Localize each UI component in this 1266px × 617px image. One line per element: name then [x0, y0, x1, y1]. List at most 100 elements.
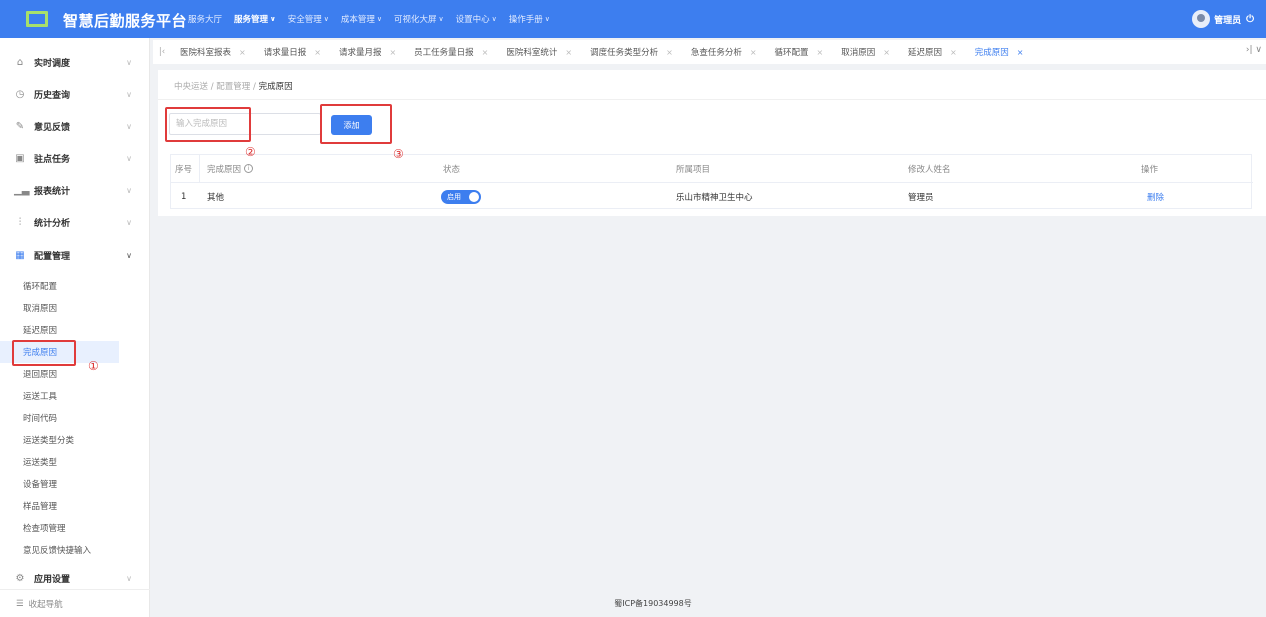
tab-request-daily[interactable]: 请求量日报 ×	[255, 40, 330, 64]
annotation-number-1: ①	[88, 359, 99, 373]
close-icon[interactable]: ×	[750, 48, 757, 57]
user-name: 管理员	[1214, 15, 1242, 26]
cell-modifier: 管理员	[908, 192, 934, 203]
tab-strip: |‹ 医院科室报表 × 请求量日报 × 请求量月报 × 员工任务量日报 × 医院科室统计…	[153, 40, 1266, 64]
chevron-down-icon: ∨	[126, 573, 132, 583]
sidebar-item-config[interactable]: ▦ 配置管理 ∨	[0, 239, 150, 271]
menu-collapse-icon: ☰	[16, 598, 24, 609]
sidebar-sub-transport-tool[interactable]: 运送工具	[0, 385, 150, 407]
delete-link[interactable]: 删除	[1147, 183, 1164, 210]
breadcrumb-mid[interactable]: 配置管理	[216, 82, 250, 92]
close-icon[interactable]: ×	[1017, 48, 1024, 57]
tab-scroll-left-icon[interactable]: |‹	[153, 47, 171, 57]
chevron-down-icon: ∨	[126, 57, 132, 67]
tab-complete-reason[interactable]: 完成原因 ×	[966, 40, 1033, 64]
top-bar: 智慧后勤服务平台 服务大厅 服务管理 ∨ 安全管理 ∨ 成本管理 ∨ 可视化大屏 ∨ 设…	[0, 0, 1266, 38]
tab-delay-reason[interactable]: 延迟原因 ×	[899, 40, 966, 64]
user-menu[interactable]: 管理员 ⏻	[1192, 10, 1254, 28]
divider	[158, 99, 1266, 100]
collapse-nav-button[interactable]: ☰ 收起导航	[0, 589, 150, 617]
sidebar-sub-transport-type-category[interactable]: 运送类型分类	[0, 429, 150, 451]
close-icon[interactable]: ×	[239, 48, 246, 57]
sidebar-item-realtime[interactable]: ⌂ 实时调度 ∨	[0, 46, 150, 78]
topnav-item-service-hall[interactable]: 服务大厅	[188, 13, 222, 25]
col-header-action: 操作	[1141, 164, 1159, 175]
annotation-box-3	[320, 104, 392, 144]
toggle-knob	[469, 191, 479, 202]
sidebar-item-reports[interactable]: ▁▃ 报表统计 ∨	[0, 174, 150, 206]
sidebar-sub-feedback-quick-input[interactable]: 意见反馈快捷输入	[0, 539, 150, 561]
breadcrumb: 中央运送 / 配置管理 / 完成原因	[174, 80, 293, 92]
sidebar-sub-transport-type[interactable]: 运送类型	[0, 451, 150, 473]
sidebar-sub-sample-mgmt[interactable]: 样品管理	[0, 495, 150, 517]
cell-status: 启用	[441, 183, 481, 210]
annotation-number-3: ③	[393, 147, 404, 161]
tab-cancel-reason[interactable]: 取消原因 ×	[832, 40, 899, 64]
col-header-project: 所属项目	[676, 164, 711, 175]
close-icon[interactable]: ×	[817, 48, 824, 57]
calendar-icon: ▣	[15, 152, 25, 164]
close-icon[interactable]: ×	[883, 48, 890, 57]
close-icon[interactable]: ×	[666, 48, 673, 57]
sidebar-sub-loop-config[interactable]: 循环配置	[0, 275, 150, 297]
history-icon: ◷	[15, 88, 25, 100]
col-header-reason: 完成原因 i	[207, 155, 254, 182]
close-icon[interactable]: ×	[314, 48, 321, 57]
topnav-item-service-mgmt[interactable]: 服务管理 ∨	[234, 13, 276, 25]
grid-icon: ▦	[15, 249, 25, 261]
app-title: 智慧后勤服务平台	[63, 12, 188, 30]
status-toggle[interactable]: 启用	[441, 189, 481, 204]
sidebar-item-feedback[interactable]: ✎ 意见反馈 ∨	[0, 110, 150, 142]
tab-hospital-dept-report[interactable]: 医院科室报表 ×	[171, 40, 255, 64]
chevron-down-icon: ∨	[376, 15, 382, 23]
chevron-down-icon: ∨	[126, 217, 132, 227]
power-icon[interactable]: ⏻	[1246, 14, 1254, 25]
sidebar-item-history[interactable]: ◷ 历史查询 ∨	[0, 78, 150, 110]
chevron-down-icon: ∨	[126, 185, 132, 195]
tab-staff-task-daily[interactable]: 员工任务量日报 ×	[405, 40, 497, 64]
tab-urgent-task-analysis[interactable]: 急查任务分析 ×	[682, 40, 766, 64]
annotation-box-2	[165, 107, 251, 142]
sidebar-sub-time-code[interactable]: 时间代码	[0, 407, 150, 429]
sidebar-item-station-task[interactable]: ▣ 驻点任务 ∨	[0, 142, 150, 174]
topnav-item-settings[interactable]: 设置中心 ∨	[456, 13, 497, 25]
top-nav: 服务大厅 服务管理 ∨ 安全管理 ∨ 成本管理 ∨ 可视化大屏 ∨ 设置中心 ∨ 操作手册…	[188, 0, 562, 38]
tab-request-monthly[interactable]: 请求量月报 ×	[330, 40, 405, 64]
avatar	[1192, 10, 1211, 28]
col-header-modifier: 修改人姓名	[908, 164, 951, 175]
close-icon[interactable]: ×	[389, 48, 396, 57]
sidebar-item-analysis[interactable]: ⫶ 统计分析 ∨	[0, 206, 150, 238]
tab-dispatch-type-analysis[interactable]: 调度任务类型分析 ×	[581, 40, 682, 64]
info-icon[interactable]: i	[244, 164, 254, 173]
tab-scroll-right-icon[interactable]: ›| ∨	[1246, 45, 1262, 55]
topnav-item-safety-mgmt[interactable]: 安全管理 ∨	[288, 13, 329, 25]
tab-loop-config[interactable]: 循环配置 ×	[766, 40, 833, 64]
chevron-down-icon: ∨	[126, 250, 132, 260]
breadcrumb-root[interactable]: 中央运送	[174, 82, 208, 92]
chevron-down-icon: ∨	[126, 121, 132, 131]
col-header-index: 序号	[175, 164, 193, 175]
chevron-down-icon: ∨	[544, 15, 550, 23]
topnav-item-dashboard[interactable]: 可视化大屏 ∨	[394, 13, 444, 25]
footer-icp: 蜀ICP备19034998号	[614, 599, 692, 608]
sidebar-sub-delay-reason[interactable]: 延迟原因	[0, 319, 150, 341]
sidebar-sub-device-mgmt[interactable]: 设备管理	[0, 473, 150, 495]
chevron-down-icon: ∨	[270, 15, 276, 23]
sidebar-sub-cancel-reason[interactable]: 取消原因	[0, 297, 150, 319]
settings-icon: ⚙	[15, 572, 25, 584]
close-icon[interactable]: ×	[950, 48, 957, 57]
edit-icon: ✎	[15, 120, 25, 132]
tab-hospital-dept-stats[interactable]: 医院科室统计 ×	[497, 40, 581, 64]
cell-index: 1	[181, 191, 187, 202]
reason-table: 序号 完成原因 i 状态 所属项目 修改人姓名 操作 1 其他 启用 乐山市精神卫…	[170, 154, 1253, 210]
chevron-down-icon: ∨	[491, 15, 497, 23]
topnav-item-manual[interactable]: 操作手册 ∨	[509, 13, 550, 25]
cell-project: 乐山市精神卫生中心	[676, 192, 753, 203]
close-icon[interactable]: ×	[565, 48, 572, 57]
topnav-item-cost-mgmt[interactable]: 成本管理 ∨	[341, 13, 382, 25]
col-separator	[199, 155, 200, 182]
close-icon[interactable]: ×	[482, 48, 489, 57]
home-icon: ⌂	[16, 56, 24, 68]
sidebar-sub-return-reason[interactable]: 退回原因	[0, 363, 150, 385]
sidebar-sub-check-item-mgmt[interactable]: 检查项管理	[0, 517, 150, 539]
